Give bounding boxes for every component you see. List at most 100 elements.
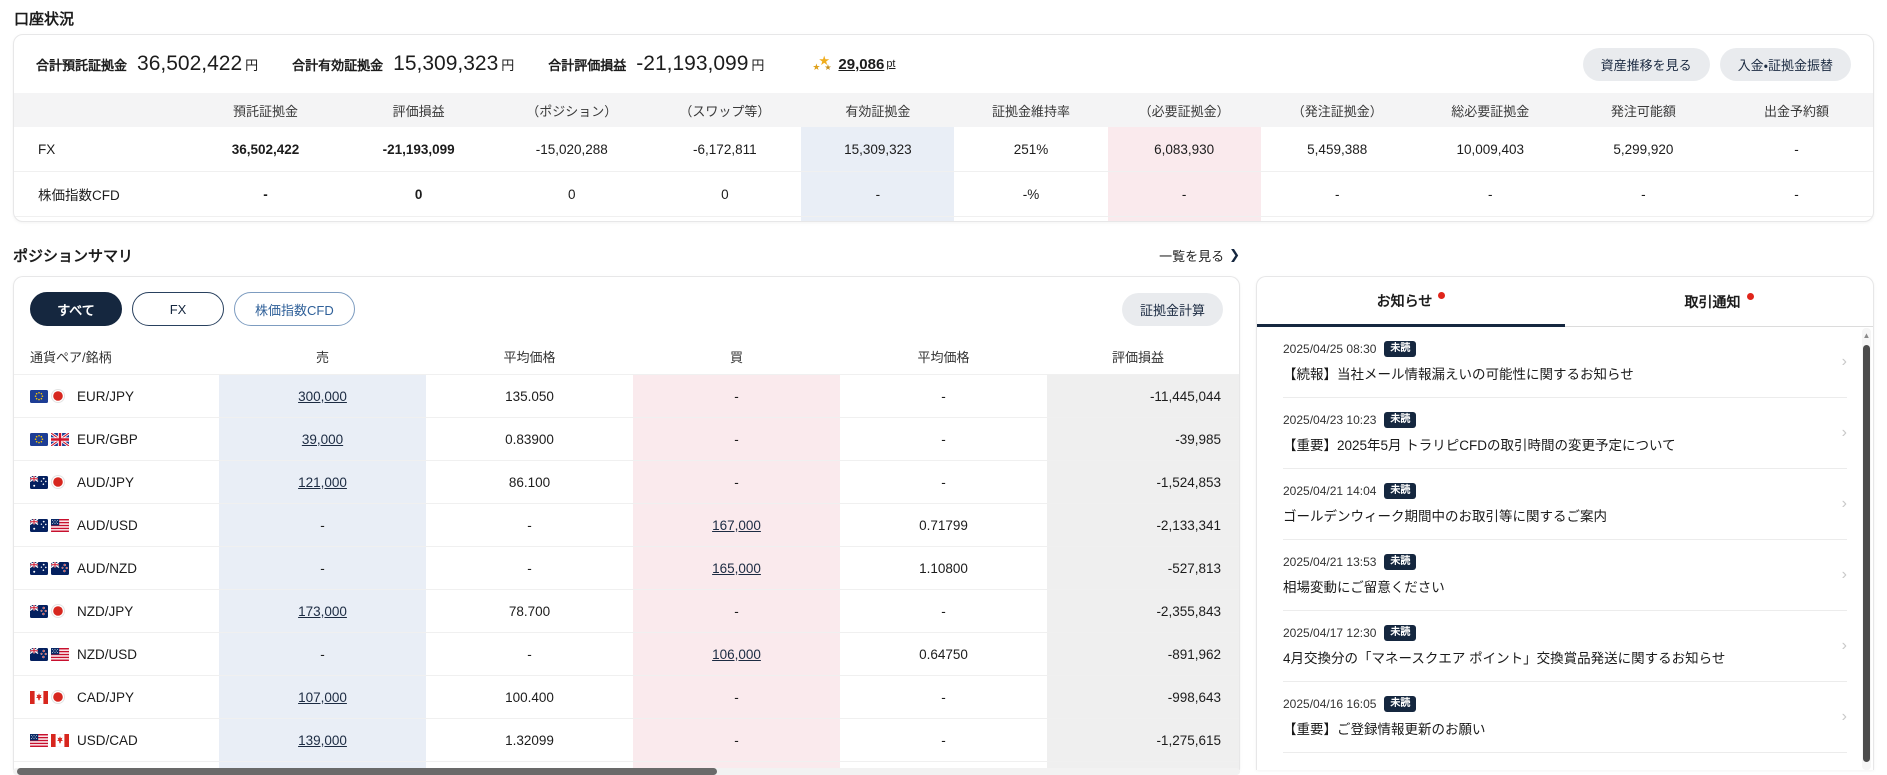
sell-quantity-cell: 139,000: [219, 719, 426, 761]
view-all-link[interactable]: 一覧を見る ❯: [1159, 246, 1240, 265]
notice-datetime: 2025/04/21 13:53: [1283, 555, 1377, 569]
notice-meta: 2025/04/16 16:05 未読: [1283, 696, 1832, 712]
horizontal-scrollbar[interactable]: [13, 768, 1240, 775]
tab-trade-alerts[interactable]: 取引通知: [1565, 277, 1873, 327]
us-flag-icon: [30, 733, 48, 747]
position-quantity-link[interactable]: 139,000: [298, 733, 347, 748]
tab-trade-alerts-label: 取引通知: [1684, 293, 1741, 310]
position-quantity-link[interactable]: 300,000: [298, 389, 347, 404]
sell-avg-price-cell: -: [527, 646, 532, 662]
asset-history-button[interactable]: 資産推移を見る: [1582, 47, 1710, 81]
buy-avg-price-cell: -: [941, 603, 946, 619]
buy-avg-price-cell: -: [941, 388, 946, 404]
list-item[interactable]: 2025/04/21 13:53 未読 相場変動にご留意ください ›: [1283, 540, 1847, 611]
list-item[interactable]: 2025/04/16 16:05 未読 【重要】ご登録情報更新のお願い ›: [1283, 682, 1847, 753]
list-item[interactable]: 2025/04/21 14:04 未読 ゴールデンウィーク期間中のお取引等に関するご…: [1283, 469, 1847, 540]
position-quantity-link[interactable]: 121,000: [298, 475, 347, 490]
points-unit: pt: [886, 58, 896, 70]
horizontal-scrollbar-thumb[interactable]: [17, 768, 717, 775]
summary-unit: 円: [501, 58, 515, 73]
points-value[interactable]: 29,086: [838, 56, 884, 73]
empty-value: -: [320, 646, 325, 662]
position-quantity-link[interactable]: 106,000: [712, 647, 761, 662]
notice-body: 2025/04/25 08:30 未読 【続報】当社メール情報漏えいの可能性に関する…: [1283, 341, 1832, 383]
buy-quantity-cell: -: [633, 461, 840, 503]
pair-cell: AUD/JPY: [14, 475, 219, 490]
buy-quantity-cell: -: [633, 719, 840, 761]
empty-value: -: [320, 517, 325, 533]
summary-value: 15,309,323: [393, 52, 499, 75]
buy-quantity-cell: 106,000: [633, 633, 840, 675]
position-quantity-link[interactable]: 107,000: [298, 690, 347, 705]
sell-avg-price-cell: 0.83900: [505, 431, 554, 447]
account-cell: 10,009,403: [1456, 141, 1525, 157]
list-item[interactable]: 2025/04/25 08:30 未読 【続報】当社メール情報漏えいの可能性に関する…: [1283, 327, 1847, 398]
ca-flag-icon: [51, 733, 69, 747]
position-quantity-link[interactable]: 165,000: [712, 561, 761, 576]
account-column-header: 出金予約額: [1763, 103, 1829, 119]
positions-column: ポジションサマリ 一覧を見る ❯ すべて FX 株価指数CFD 証拠金計算 通貨…: [13, 240, 1240, 770]
unread-dot-icon: [1438, 292, 1446, 299]
list-item[interactable]: 2025/04/17 12:30 未読 4月交換分の「マネースクエア ポイント」交換…: [1283, 611, 1847, 682]
empty-value: -: [734, 603, 739, 619]
sell-quantity-cell: 107,000: [219, 676, 426, 718]
notice-meta: 2025/04/21 14:04 未読: [1283, 483, 1832, 499]
buy-quantity-cell: 167,000: [633, 504, 840, 546]
view-all-label: 一覧を見る: [1159, 248, 1225, 264]
us-flag-icon: [51, 647, 69, 661]
vertical-scrollbar[interactable]: ▲: [1862, 328, 1871, 770]
ca-flag-icon: [30, 690, 48, 704]
account-cell: -15,020,288: [535, 141, 608, 157]
account-cell: 15,309,323: [801, 127, 955, 171]
notice-datetime: 2025/04/23 10:23: [1283, 413, 1377, 427]
pair-name: AUD/USD: [77, 517, 138, 533]
vertical-scrollbar-thumb[interactable]: [1863, 345, 1870, 762]
sell-quantity-cell: -: [219, 504, 426, 546]
position-column-header: 売: [315, 349, 329, 365]
position-table-body: EUR/JPY 300,000 135.050- - -11,445,044 EUR/GB…: [14, 374, 1239, 770]
pair-cell: NZD/USD: [14, 647, 219, 662]
tab-notices-label: お知らせ: [1376, 292, 1433, 309]
au-flag-icon: [30, 475, 48, 489]
scroll-up-arrow-icon[interactable]: ▲: [1862, 328, 1871, 343]
account-cell: 5,459,388: [1307, 141, 1368, 157]
notice-body: 2025/04/17 12:30 未読 4月交換分の「マネースクエア ポイント」交換…: [1283, 625, 1832, 667]
notifications-card: お知らせ 取引通知 2025/04/25 08:30 未読 【続報】当社メール情報漏…: [1256, 276, 1874, 770]
position-quantity-link[interactable]: 167,000: [712, 518, 761, 533]
deposit-transfer-button[interactable]: 入金・証拠金振替: [1719, 47, 1851, 81]
sell-avg-price-cell: 1.32099: [505, 732, 554, 748]
pl-cell: -1,524,853: [1047, 461, 1239, 503]
account-cell: -21,193,099: [382, 141, 455, 157]
jp-flag-icon: [51, 475, 65, 489]
unread-badge: 未読: [1384, 554, 1417, 570]
position-column-header: 評価損益: [1111, 349, 1164, 365]
notice-meta: 2025/04/21 13:53 未読: [1283, 554, 1832, 570]
tab-all[interactable]: すべて: [30, 292, 122, 326]
notice-title: ゴールデンウィーク期間中のお取引等に関するご案内: [1283, 509, 1607, 524]
account-cell: -6,172,811: [693, 141, 757, 157]
pair-flags: [30, 733, 70, 747]
tab-notices[interactable]: お知らせ: [1257, 277, 1565, 327]
points-star-icon: ★ ★ ★: [812, 53, 832, 72]
points-link[interactable]: ★ ★ ★ 29,086 pt: [812, 54, 895, 74]
buy-quantity-cell: 165,000: [633, 547, 840, 589]
table-row: USD/CAD 139,000 1.32099 - - -1,275,615: [14, 718, 1239, 761]
account-column-header: 総必要証拠金: [1451, 103, 1530, 119]
chevron-right-icon: ›: [1841, 637, 1847, 654]
notification-tabs: お知らせ 取引通知: [1257, 277, 1873, 327]
tab-fx[interactable]: FX: [132, 292, 224, 326]
tab-stock-index-cfd[interactable]: 株価指数CFD: [234, 292, 355, 326]
account-cell: 36,502,422: [231, 141, 300, 157]
pair-cell: AUD/NZD: [14, 561, 219, 576]
position-column-header: 平均価格: [917, 349, 970, 365]
buy-quantity-cell: -: [633, 590, 840, 632]
pl-cell: -998,643: [1047, 676, 1239, 718]
position-quantity-link[interactable]: 173,000: [298, 604, 347, 619]
list-item[interactable]: 2025/04/23 10:23 未読 【重要】2025年5月 トラリピCFDの取引…: [1283, 398, 1847, 469]
position-quantity-link[interactable]: 39,000: [302, 432, 343, 447]
jp-flag-icon: [51, 604, 65, 618]
notice-meta: 2025/04/25 08:30 未読: [1283, 341, 1832, 357]
pair-cell: NZD/JPY: [14, 604, 219, 619]
margin-calc-button[interactable]: 証拠金計算: [1121, 292, 1223, 326]
account-cell: 0: [567, 186, 576, 202]
